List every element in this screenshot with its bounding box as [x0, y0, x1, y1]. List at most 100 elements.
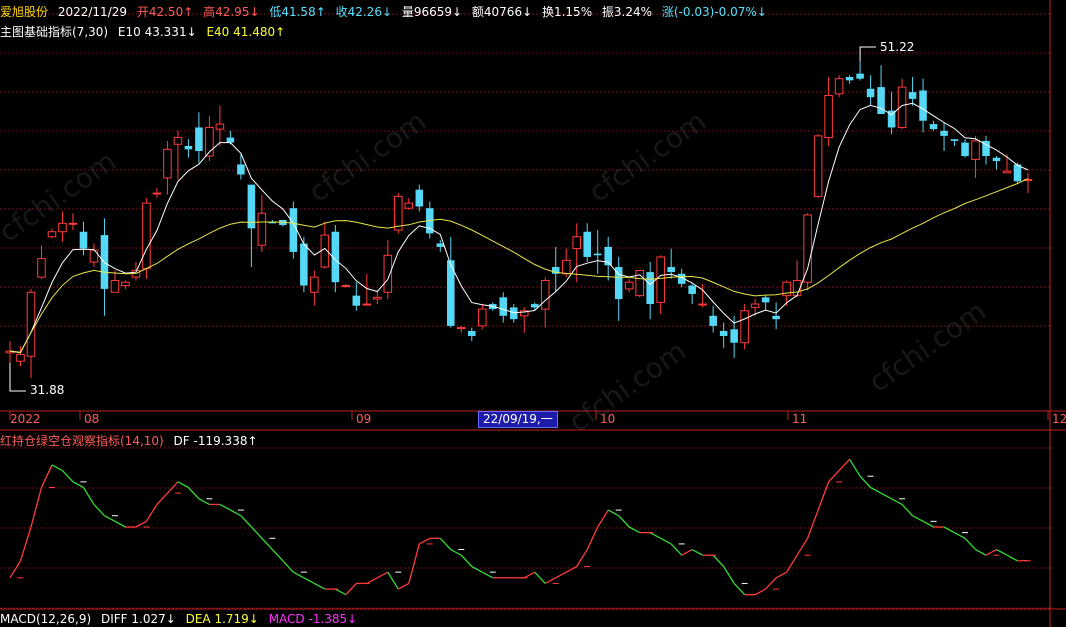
- candle-up: [89, 249, 99, 263]
- indicator-segment: [597, 509, 609, 528]
- indicator-segment: [261, 537, 273, 551]
- indicator-segment: [314, 582, 326, 590]
- ma-long-line: [9, 178, 1029, 354]
- indicator-segment: [607, 509, 620, 517]
- sub-indicator-header: 红持仓绿空仓观察指标(14,10) DF -119.338↑: [0, 433, 264, 449]
- indicator-segment: [30, 487, 43, 528]
- indicator-segment: [775, 571, 787, 579]
- candle-down: [761, 297, 770, 303]
- candle-up: [803, 214, 812, 283]
- indicator-segment: [303, 577, 315, 585]
- turnover: 换1.15%: [541, 5, 593, 19]
- candle-down: [79, 231, 88, 249]
- candle-up: [58, 222, 67, 233]
- macd-value: MACD -1.385↓: [268, 612, 358, 626]
- candle-down: [772, 315, 780, 320]
- candle-down: [730, 329, 738, 343]
- indicator-segment: [398, 582, 410, 590]
- indicator-segment: [114, 520, 126, 528]
- candle-up: [163, 148, 172, 179]
- indicator-segment: [240, 515, 252, 528]
- indicator-segment: [660, 537, 672, 545]
- x-label-2022: 2022: [10, 412, 41, 426]
- x-label-11: 11: [792, 412, 808, 426]
- indicator-segment: [335, 588, 347, 596]
- indicator-segment: [481, 571, 494, 579]
- indicator-segment: [576, 549, 588, 567]
- candle-down: [499, 297, 508, 316]
- candle-up: [561, 259, 571, 275]
- candle-up: [540, 280, 550, 310]
- indicator-segment: [156, 492, 168, 505]
- candle-down: [646, 272, 654, 305]
- volume: 量96659↓: [401, 5, 463, 19]
- indicator-segment: [870, 486, 882, 494]
- dea-value: DEA 1.719↓: [185, 612, 259, 626]
- indicator-segment: [187, 487, 200, 500]
- df-value: DF -119.338↑: [173, 434, 258, 448]
- price-change: 涨(-0.03)-0.07%↓: [661, 5, 767, 19]
- candle-up: [656, 256, 665, 303]
- candle-down: [929, 124, 938, 130]
- e10-value: E10 43.331↓: [117, 25, 197, 39]
- candle-up: [477, 308, 487, 327]
- candle-down: [866, 88, 875, 98]
- candle-down: [289, 208, 298, 252]
- candle-up: [750, 303, 760, 308]
- candle-down: [415, 189, 424, 207]
- indicator-segment: [408, 543, 420, 584]
- x-label-09: 09: [356, 412, 372, 426]
- indicator-segment: [460, 554, 473, 567]
- candle-up: [834, 78, 844, 95]
- indicator-segment: [104, 515, 116, 522]
- indicator-segment: [691, 548, 703, 556]
- indicator-segment: [1006, 554, 1018, 562]
- indicator-name[interactable]: 主图基础指标(7,30): [0, 25, 108, 39]
- candle-down: [992, 157, 1001, 162]
- indicator-segment: [754, 588, 766, 596]
- macd-name[interactable]: MACD(12,26,9): [0, 612, 91, 626]
- indicator-segment: [922, 520, 934, 528]
- indicator-segment: [40, 464, 53, 488]
- indicator-segment: [828, 470, 840, 483]
- candle-down: [226, 137, 235, 143]
- candle-down: [530, 304, 539, 308]
- candle-down: [352, 295, 361, 306]
- indicator-segment: [901, 503, 914, 517]
- indicator-segment: [618, 515, 630, 528]
- indicator-segment: [954, 532, 966, 539]
- indicator-segment: [450, 548, 462, 556]
- indicator-segment: [271, 549, 284, 562]
- indicator-segment: [765, 577, 777, 590]
- high-price-marker: 51.22: [880, 40, 915, 54]
- candle-up: [1002, 170, 1012, 174]
- indicator-segment: [555, 571, 567, 579]
- indicator-segment: [681, 548, 693, 556]
- indicator-segment: [19, 526, 32, 562]
- candle-up: [373, 296, 382, 300]
- indicator-segment: [250, 526, 263, 539]
- candle-up: [110, 280, 120, 293]
- candle-down: [845, 77, 854, 81]
- candle-down: [593, 253, 602, 256]
- high-price-pointer: [859, 46, 876, 62]
- candle-down: [719, 330, 728, 336]
- indicator-segment: [975, 548, 987, 556]
- indicator-segment: [282, 560, 294, 573]
- candle-down: [950, 139, 959, 141]
- indicator-segment: [51, 464, 63, 472]
- candle-down: [195, 127, 203, 151]
- indicator-segment: [964, 537, 977, 551]
- candle-up: [624, 281, 634, 290]
- candle-down: [940, 130, 948, 136]
- candle-up: [173, 137, 183, 145]
- indicator-segment: [806, 509, 819, 539]
- sub-indicator-name[interactable]: 红持仓绿空仓观察指标(14,10): [0, 434, 164, 448]
- indicator-segment: [859, 475, 872, 488]
- crosshair-date-tag: 22/09/19,一: [478, 411, 558, 428]
- stock-chart-canvas[interactable]: [0, 0, 1066, 627]
- candle-up: [257, 212, 267, 246]
- candle-down: [919, 90, 927, 121]
- indicator-segment: [145, 504, 158, 522]
- stock-name[interactable]: 爱旭股份: [0, 5, 48, 19]
